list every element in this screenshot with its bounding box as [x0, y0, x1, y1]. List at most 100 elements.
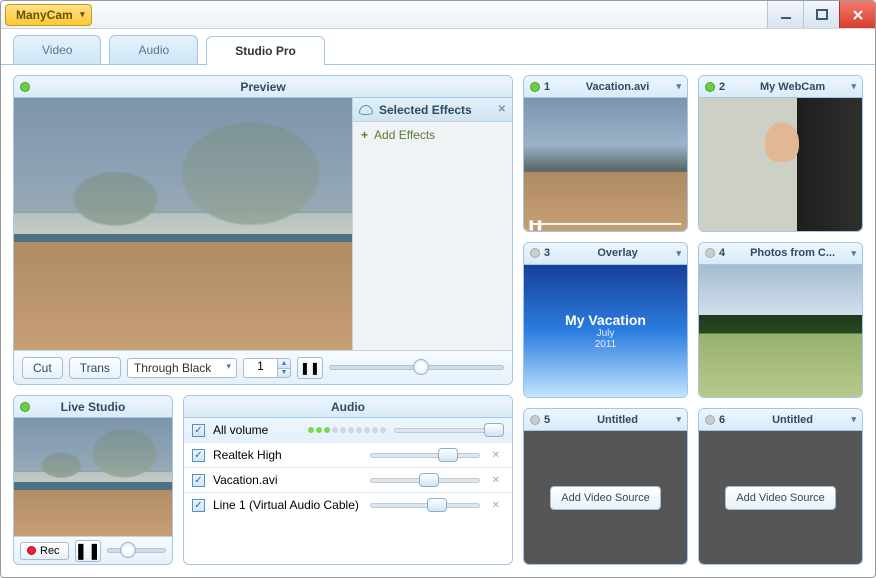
live-dot-icon: [705, 82, 715, 92]
preview-slider[interactable]: [329, 365, 504, 370]
audio-remove-icon[interactable]: ✕: [488, 500, 504, 511]
add-video-source-button[interactable]: Add Video Source: [725, 486, 835, 510]
source-number: 4: [719, 247, 725, 259]
audio-remove-icon[interactable]: ✕: [488, 450, 504, 461]
audio-name: Line 1 (Virtual Audio Cable): [213, 498, 362, 512]
source-number: 5: [544, 414, 550, 426]
titlebar: ManyCam: [1, 1, 875, 29]
effects-close-icon[interactable]: ✕: [498, 104, 506, 115]
live-studio-panel: Live Studio Rec ❚❚: [13, 395, 173, 565]
count-up-icon[interactable]: ▲: [277, 358, 291, 368]
audio-slider[interactable]: [370, 503, 480, 508]
live-slider[interactable]: [107, 548, 166, 553]
maximize-button[interactable]: [803, 1, 839, 28]
source-title: Photos from C...: [729, 247, 856, 259]
preview-live-indicator: [20, 82, 30, 92]
source-number: 1: [544, 81, 550, 93]
source-slot-2: 2My WebCam▾: [698, 75, 863, 232]
source-title: Vacation.avi: [554, 81, 681, 93]
live-dot-icon: [705, 415, 715, 425]
audio-row: ✓ Line 1 (Virtual Audio Cable) ✕: [184, 492, 512, 517]
transition-select[interactable]: Through Black: [127, 358, 237, 378]
record-button[interactable]: Rec: [20, 542, 69, 560]
source-title: Untitled: [729, 414, 856, 426]
transition-count-value: 1: [243, 358, 277, 378]
source-dropdown-icon[interactable]: ▾: [676, 414, 681, 425]
source-empty: Add Video Source: [699, 431, 862, 564]
preview-pause-button[interactable]: ❚❚: [297, 357, 323, 379]
transition-count[interactable]: 1 ▲▼: [243, 358, 291, 378]
source-dropdown-icon[interactable]: ▾: [676, 248, 681, 259]
source-slot-6: 6 Untitled▾ Add Video Source: [698, 408, 863, 565]
source-title: Overlay: [554, 247, 681, 259]
source-header: 2My WebCam▾: [699, 76, 862, 98]
source-slot-3: 3 Overlay▾ My VacationJuly2011: [523, 242, 688, 399]
source-header: 4 Photos from C...▾: [699, 243, 862, 265]
minimize-button[interactable]: [767, 1, 803, 28]
count-down-icon[interactable]: ▼: [277, 368, 291, 378]
record-dot-icon: [27, 546, 36, 555]
preview-title: Preview: [240, 80, 285, 94]
tab-video[interactable]: Video: [13, 35, 101, 64]
effects-panel: Selected Effects ✕ + Add Effects: [352, 98, 512, 350]
source-dropdown-icon[interactable]: ▾: [851, 414, 856, 425]
source-dropdown-icon[interactable]: ▾: [851, 81, 856, 92]
source-empty: Add Video Source: [524, 431, 687, 564]
audio-slider[interactable]: [370, 478, 480, 483]
tab-studio-pro[interactable]: Studio Pro: [206, 36, 325, 65]
audio-title: Audio: [331, 400, 365, 414]
source-slot-1: 1 Vacation.avi▾ ❚❚: [523, 75, 688, 232]
source-thumb[interactable]: [699, 98, 862, 231]
plus-icon: +: [361, 128, 368, 142]
source-dropdown-icon[interactable]: ▾: [851, 248, 856, 259]
app-menu-button[interactable]: ManyCam: [5, 4, 92, 26]
tab-audio[interactable]: Audio: [109, 35, 198, 64]
source-number: 3: [544, 247, 550, 259]
audio-row: ✓ Realtek High ✕: [184, 442, 512, 467]
source-number: 6: [719, 414, 725, 426]
audio-panel: Audio ✓All volume✓Realtek High✕✓Vacation…: [183, 395, 513, 565]
add-effects-button[interactable]: + Add Effects: [353, 122, 512, 148]
trans-button[interactable]: Trans: [69, 357, 121, 379]
audio-slider[interactable]: [394, 428, 504, 433]
source-dropdown-icon[interactable]: ▾: [676, 81, 681, 92]
add-video-source-button[interactable]: Add Video Source: [550, 486, 660, 510]
audio-name: All volume: [213, 423, 300, 437]
live-dot-icon: [705, 248, 715, 258]
live-pause-button[interactable]: ❚❚: [75, 540, 101, 562]
source-header: 1 Vacation.avi▾: [524, 76, 687, 98]
source-thumb[interactable]: My VacationJuly2011: [524, 265, 687, 398]
preview-video-area[interactable]: [14, 98, 352, 350]
effects-title: Selected Effects: [379, 103, 472, 117]
live-dot-icon: [530, 82, 540, 92]
play-pause-icon[interactable]: ❚❚: [527, 220, 544, 231]
audio-checkbox[interactable]: ✓: [192, 499, 205, 512]
audio-checkbox[interactable]: ✓: [192, 449, 205, 462]
eye-icon: [359, 105, 373, 115]
preview-controls: Cut Trans Through Black 1 ▲▼ ❚❚: [14, 350, 512, 384]
live-dot-icon: [530, 248, 540, 258]
audio-name: Realtek High: [213, 448, 362, 462]
source-header: 3 Overlay▾: [524, 243, 687, 265]
audio-row: ✓ All volume: [184, 418, 512, 442]
source-number: 2: [719, 81, 725, 93]
live-dot-icon: [530, 415, 540, 425]
audio-slider[interactable]: [370, 453, 480, 458]
source-thumb[interactable]: ❚❚: [524, 98, 687, 231]
audio-checkbox[interactable]: ✓: [192, 424, 205, 437]
progress-bar[interactable]: [530, 223, 681, 225]
live-indicator-icon: [20, 402, 30, 412]
audio-checkbox[interactable]: ✓: [192, 474, 205, 487]
live-studio-title: Live Studio: [61, 400, 126, 414]
source-title: Untitled: [554, 414, 681, 426]
source-header: 6 Untitled▾: [699, 409, 862, 431]
vu-meter: [308, 427, 386, 433]
audio-remove-icon[interactable]: ✕: [488, 475, 504, 486]
close-button[interactable]: [839, 1, 875, 28]
add-effects-label: Add Effects: [374, 128, 435, 142]
live-studio-video[interactable]: [14, 418, 172, 536]
cut-button[interactable]: Cut: [22, 357, 63, 379]
source-header: 5 Untitled▾: [524, 409, 687, 431]
source-thumb[interactable]: [699, 265, 862, 398]
record-label: Rec: [40, 545, 60, 557]
